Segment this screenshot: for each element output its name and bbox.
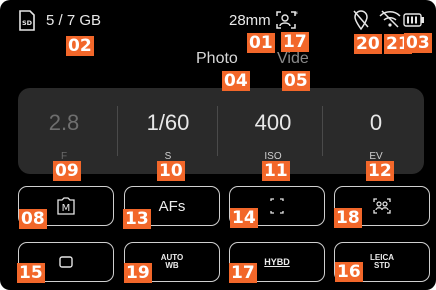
marker-12: 12 [366, 161, 394, 181]
marker-19: 19 [124, 263, 152, 283]
face-detection-icon [373, 198, 391, 214]
marker-13: 13 [123, 209, 151, 229]
focus-frame-icon [270, 198, 284, 214]
marker-17: 17 [281, 32, 309, 52]
svg-text:M: M [62, 203, 71, 214]
marker-10: 10 [157, 161, 185, 181]
marker-08: 08 [19, 209, 47, 229]
white-balance-line2: WB [165, 261, 179, 270]
storage-readout: 5 / 7 GB [46, 12, 102, 29]
marker-11: 11 [262, 161, 290, 181]
battery-icon [403, 13, 425, 27]
marker-01: 01 [247, 33, 275, 53]
marker-02: 02 [66, 36, 94, 56]
divider [117, 106, 118, 156]
mode-photo[interactable]: Photo [196, 50, 238, 68]
focal-length: 28mm [229, 12, 271, 29]
sd-card-icon: SD [18, 10, 36, 32]
marker-15: 15 [17, 263, 45, 283]
user-profile-icon[interactable]: * [274, 8, 298, 32]
ev-value[interactable]: 0 [336, 110, 416, 136]
mode-video[interactable]: Vide [277, 50, 309, 68]
film-style-line2: STD [374, 261, 390, 270]
marker-17b: 17 [229, 263, 257, 283]
aperture-value[interactable]: 2.8 [24, 110, 104, 136]
marker-18: 18 [334, 208, 362, 228]
marker-20: 20 [354, 34, 382, 54]
marker-05: 05 [282, 71, 310, 91]
marker-14: 14 [230, 208, 258, 228]
focus-mode-label: AFs [158, 197, 186, 215]
shutter-value[interactable]: 1/60 [128, 110, 208, 136]
metering-label: HYBD [264, 257, 290, 267]
svg-text:SD: SD [22, 19, 33, 27]
svg-text:*: * [294, 10, 298, 19]
marker-03: 03 [404, 33, 432, 53]
divider [322, 106, 323, 156]
square-icon [59, 256, 73, 268]
iso-value[interactable]: 400 [233, 110, 313, 136]
camera-screen: SD 5 / 7 GB 28mm * Photo Vide 2.8 F 1/60… [0, 0, 436, 290]
marker-04: 04 [222, 71, 250, 91]
marker-09: 09 [53, 161, 81, 181]
camera-mode-m-icon: M [57, 197, 75, 215]
bluetooth-off-icon[interactable] [378, 9, 402, 29]
divider [217, 106, 218, 156]
location-off-icon[interactable] [352, 9, 370, 31]
marker-16: 16 [335, 262, 363, 282]
